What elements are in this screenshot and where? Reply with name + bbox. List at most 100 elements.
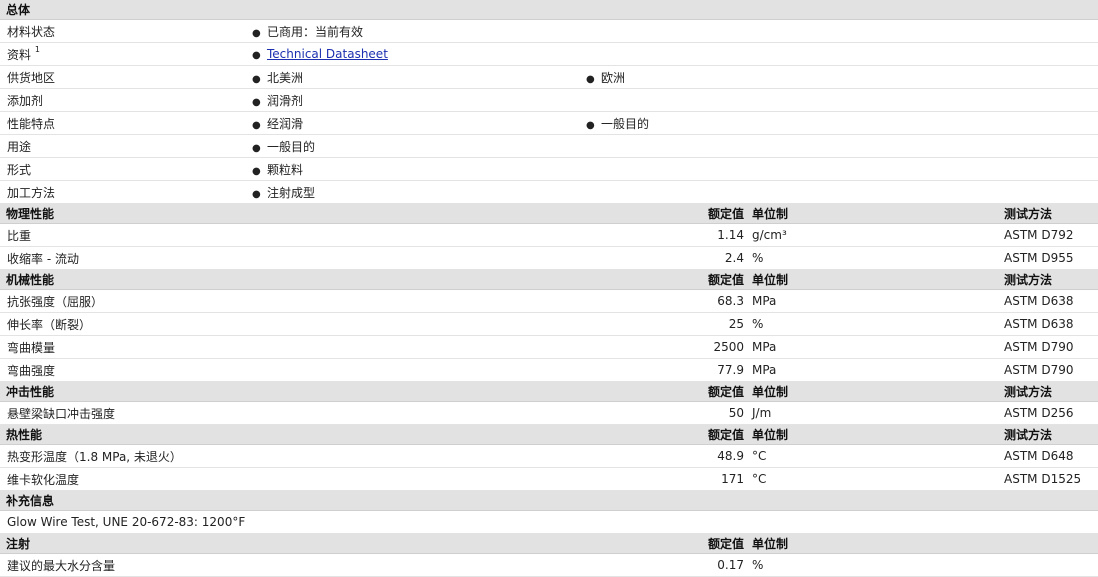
property-name: 热变形温度（1.8 MPa, 未退火）: [0, 444, 580, 468]
test-method-header: 测试方法: [998, 381, 1098, 402]
section-title: 物理性能: [0, 203, 580, 224]
property-unit: g/cm³: [748, 223, 998, 247]
property-unit: MPa: [748, 335, 998, 359]
property-value-2: [580, 180, 1098, 204]
property-value: ● 北美洲: [246, 65, 580, 89]
property-unit: J/m: [748, 401, 998, 425]
test-method: ASTM D638: [998, 289, 1098, 313]
table-row: 添加剂 ● 润滑剂: [0, 88, 1098, 112]
property-value-2: [580, 134, 1098, 158]
test-method: ASTM D790: [998, 358, 1098, 382]
property-value: 0.17: [580, 553, 748, 577]
property-name: 弯曲强度: [0, 358, 580, 382]
property-name: 材料状态: [0, 19, 246, 43]
property-value: ● 润滑剂: [246, 88, 580, 112]
table-row: 维卡软化温度 171 °C ASTM D1525: [0, 467, 1098, 491]
rated-value-header: 额定值: [580, 381, 748, 402]
test-method: ASTM D648: [998, 444, 1098, 468]
property-value: ● Technical Datasheet: [246, 42, 580, 66]
property-value: ● 已商用：当前有效: [246, 19, 580, 43]
table-row: 弯曲模量 2500 MPa ASTM D790: [0, 335, 1098, 359]
property-value-2: [580, 88, 1098, 112]
test-method: ASTM D955: [998, 246, 1098, 270]
table-row: Glow Wire Test, UNE 20-672-83: 1200°F: [0, 510, 1098, 534]
bullet-icon: ●: [252, 27, 261, 39]
bullet-icon: ●: [252, 165, 261, 177]
rated-value-header: 额定值: [580, 533, 748, 554]
bullet-icon: ●: [586, 119, 595, 131]
section-header-general: 总体: [0, 0, 1098, 20]
property-name: 供货地区: [0, 65, 246, 89]
table-row: 弯曲强度 77.9 MPa ASTM D790: [0, 358, 1098, 382]
table-row: 伸长率（断裂） 25% ASTM D638: [0, 312, 1098, 336]
property-name: 添加剂: [0, 88, 246, 112]
property-unit: MPa: [748, 289, 998, 313]
bullet-icon: ●: [252, 50, 261, 61]
table-row: 建议的最大水分含量 0.17%: [0, 553, 1098, 577]
property-value: 2.4: [580, 246, 748, 270]
table-row: 悬壁梁缺口冲击强度 50 J/m ASTM D256: [0, 401, 1098, 425]
section-header-impact: 冲击性能 额定值 单位制 测试方法: [0, 381, 1098, 402]
property-name: 比重: [0, 223, 580, 247]
unit-header: 单位制: [748, 381, 998, 402]
section-title: 机械性能: [0, 269, 580, 290]
rated-value-header: 额定值: [580, 203, 748, 224]
table-row: 资料 1 ● Technical Datasheet: [0, 42, 1098, 66]
technical-datasheet-link[interactable]: Technical Datasheet: [267, 47, 388, 61]
table-row: 加工方法 ● 注射成型: [0, 180, 1098, 204]
section-header-thermal: 热性能 额定值 单位制 测试方法: [0, 424, 1098, 445]
bullet-icon: ●: [252, 188, 261, 200]
test-method: ASTM D256: [998, 401, 1098, 425]
section-header-supplemental: 补充信息: [0, 490, 1098, 511]
property-name: 悬壁梁缺口冲击强度: [0, 401, 580, 425]
property-value-2: ● 欧洲: [580, 65, 1098, 89]
property-value: 50: [580, 401, 748, 425]
property-unit: %: [748, 312, 998, 336]
property-value: ● 一般目的: [246, 134, 580, 158]
rated-value-header: 额定值: [580, 269, 748, 290]
section-title: 补充信息: [0, 490, 1098, 511]
property-value: ● 注射成型: [246, 180, 580, 204]
property-value-2: ● 一般目的: [580, 111, 1098, 135]
bullet-icon: ●: [252, 73, 261, 85]
property-unit: %: [748, 246, 998, 270]
property-name: 维卡软化温度: [0, 467, 580, 491]
property-name: 建议的最大水分含量: [0, 553, 580, 577]
test-method-header: 测试方法: [998, 424, 1098, 445]
table-row: 用途 ● 一般目的: [0, 134, 1098, 158]
bullet-icon: ●: [252, 119, 261, 131]
table-row: 热变形温度（1.8 MPa, 未退火） 48.9 °C ASTM D648: [0, 444, 1098, 468]
property-name: 抗张强度（屈服）: [0, 289, 580, 313]
table-row: 收缩率 - 流动 2.4% ASTM D955: [0, 246, 1098, 270]
property-name: 用途: [0, 134, 246, 158]
test-method: ASTM D638: [998, 312, 1098, 336]
section-title: 热性能: [0, 424, 580, 445]
property-name: 性能特点: [0, 111, 246, 135]
bullet-icon: ●: [252, 96, 261, 108]
test-method: [998, 553, 1098, 577]
property-name: 弯曲模量: [0, 335, 580, 359]
bullet-icon: ●: [252, 142, 261, 154]
section-header-injection: 注射 额定值 单位制: [0, 533, 1098, 554]
property-value: 48.9: [580, 444, 748, 468]
test-method: ASTM D792: [998, 223, 1098, 247]
test-method-header: [998, 533, 1098, 554]
section-title: 冲击性能: [0, 381, 580, 402]
property-value: ● 经润滑: [246, 111, 580, 135]
property-value: 2500: [580, 335, 748, 359]
property-unit: %: [748, 553, 998, 577]
section-header-physical: 物理性能 额定值 单位制 测试方法: [0, 203, 1098, 224]
property-value: 1.14: [580, 223, 748, 247]
property-value: 171: [580, 467, 748, 491]
table-row: 抗张强度（屈服） 68.3 MPa ASTM D638: [0, 289, 1098, 313]
property-name: 收缩率 - 流动: [0, 246, 580, 270]
section-title: 注射: [0, 533, 580, 554]
datasheet-table: 总体 材料状态 ● 已商用：当前有效 资料 1 ● Technical Datasheet 供…: [0, 0, 1098, 577]
property-value: ● 颗粒料: [246, 157, 580, 181]
property-name: 形式: [0, 157, 246, 181]
property-value-2: [580, 19, 1098, 43]
unit-header: 单位制: [748, 533, 998, 554]
property-name: 加工方法: [0, 180, 246, 204]
property-value: 25: [580, 312, 748, 336]
property-name: 资料 1: [0, 42, 246, 66]
